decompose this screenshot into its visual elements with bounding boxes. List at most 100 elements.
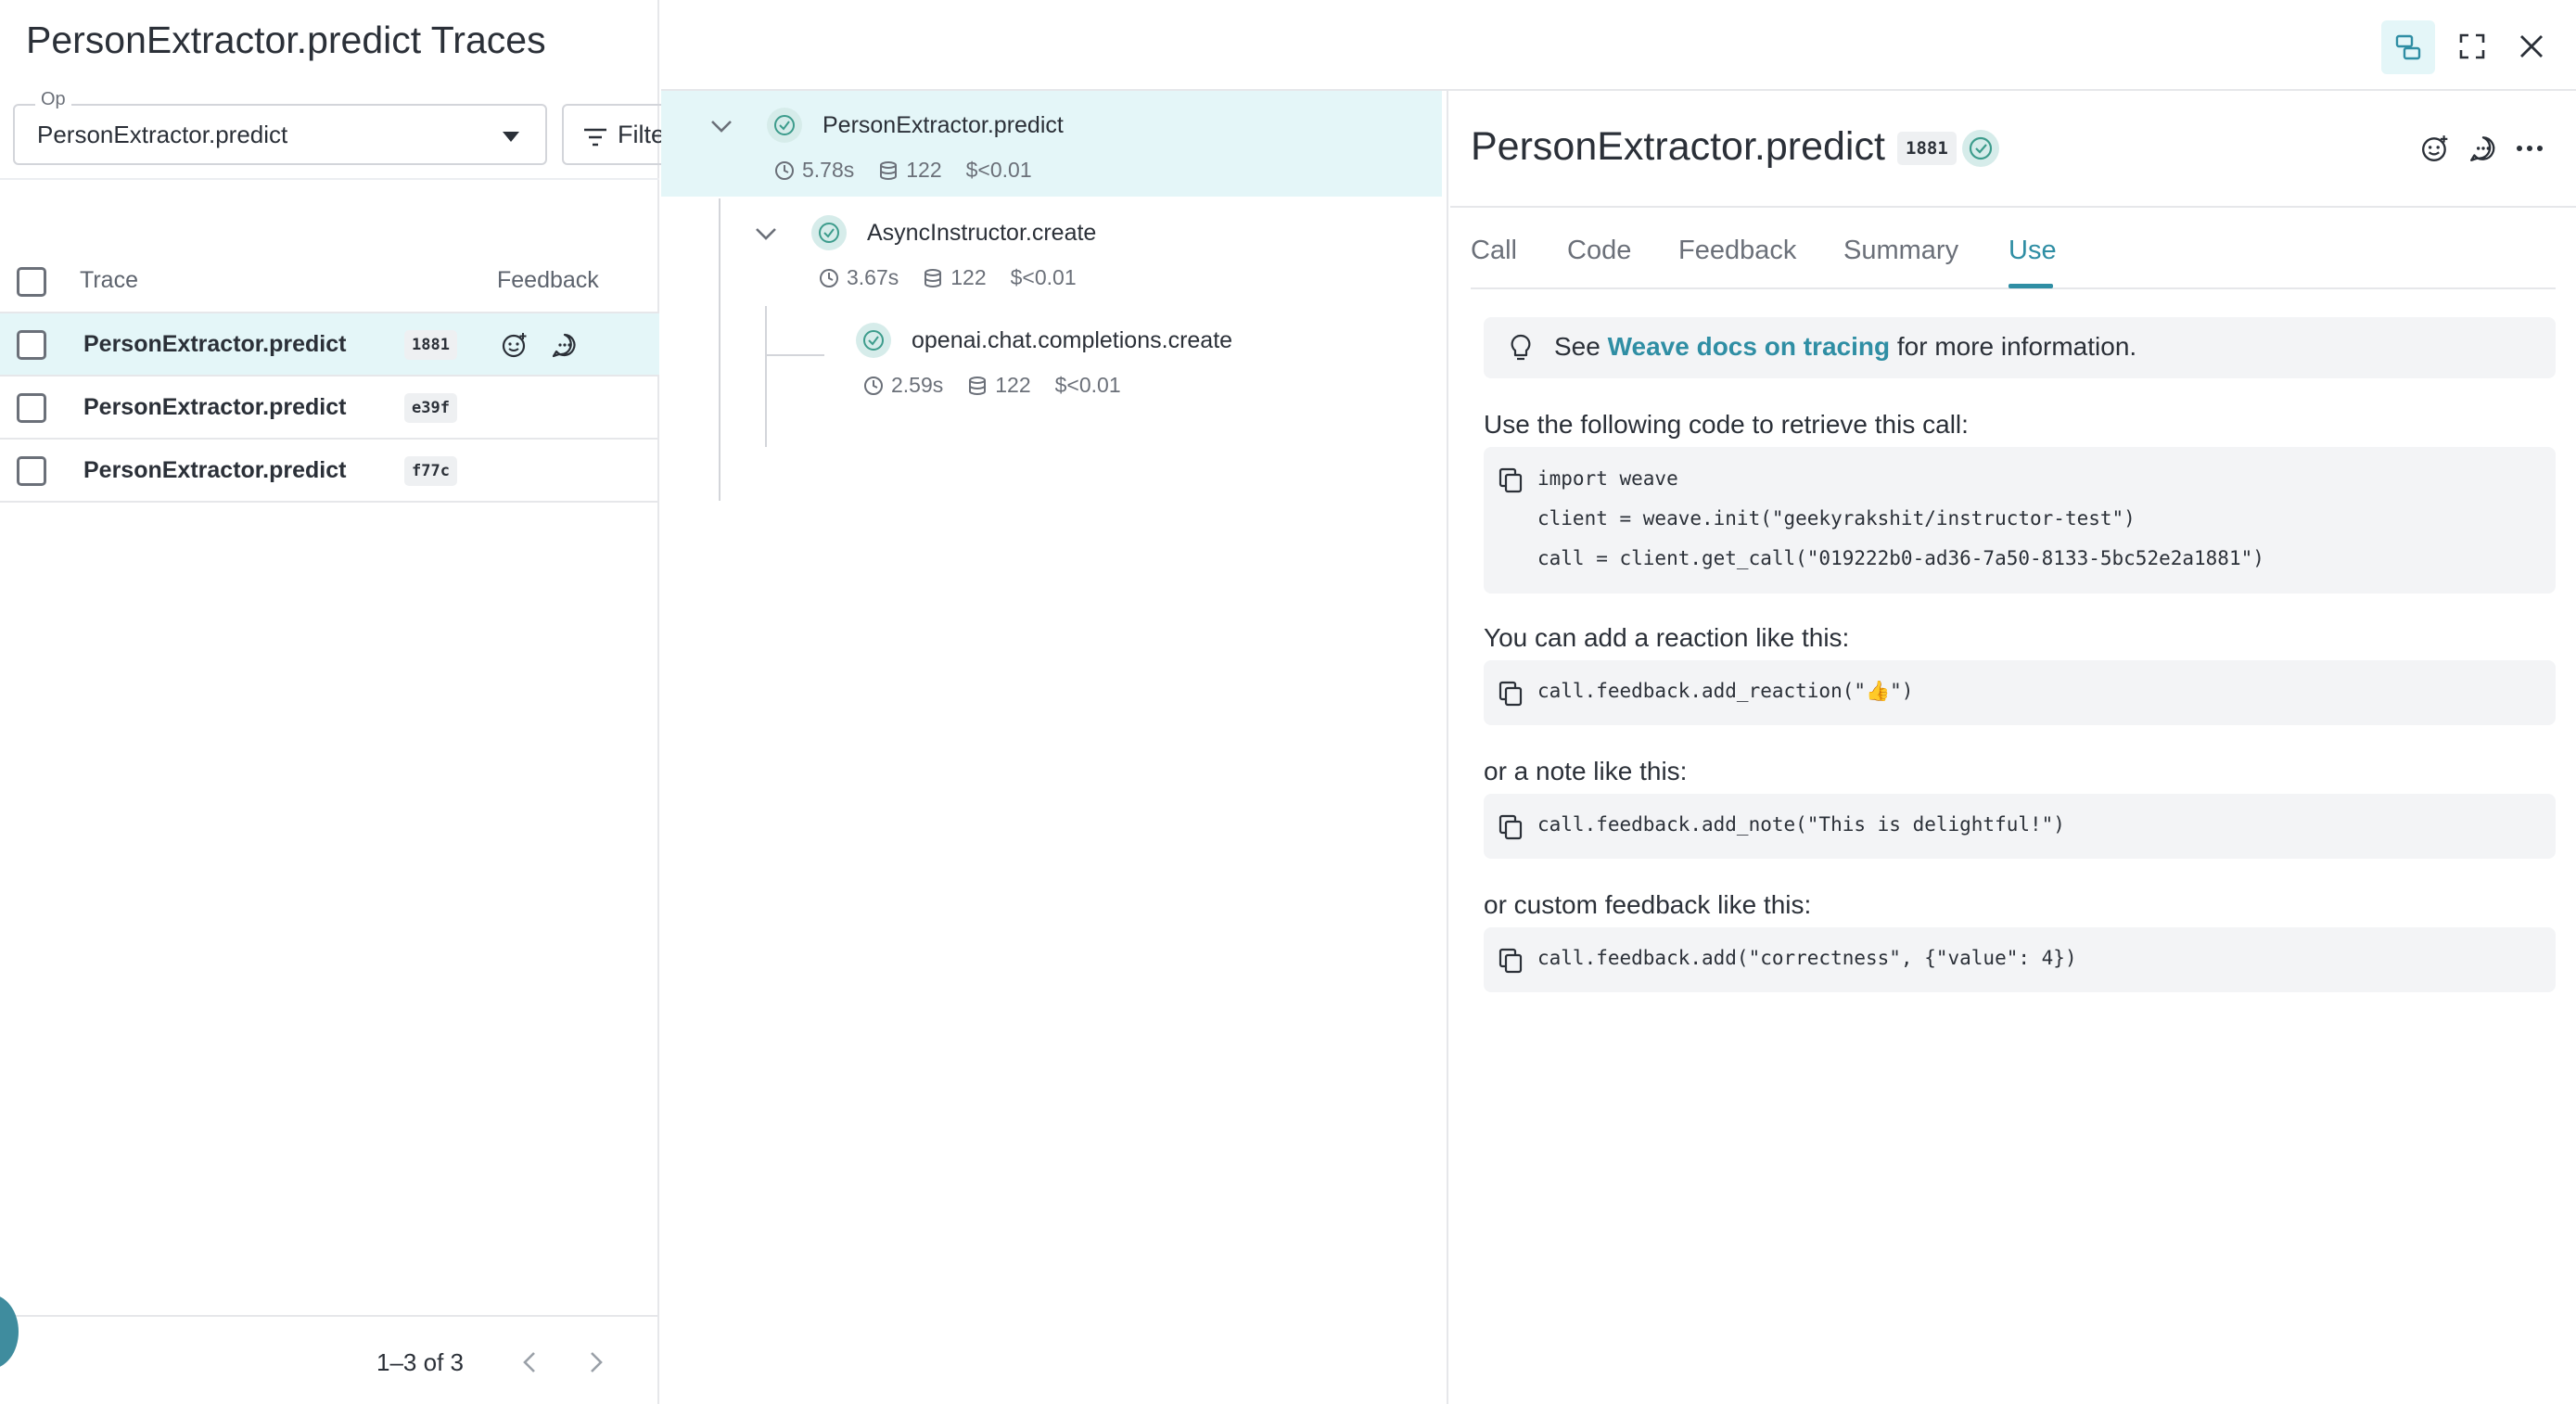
code-line: call = client.get_call("019222b0-ad36-7a… — [1537, 547, 2264, 569]
tree-node-child[interactable]: AsyncInstructor.create 3.67s 122 $<0.01 — [661, 198, 1442, 304]
code-line: call.feedback.add_note("This is delightf… — [1537, 813, 2065, 836]
tree-node-name[interactable]: PersonExtractor.predict — [823, 112, 1064, 139]
trace-tree-icon — [2395, 34, 2421, 60]
more-options-icon[interactable] — [2515, 143, 2544, 154]
fullscreen-icon[interactable] — [2459, 33, 2485, 59]
duration: 2.59s — [891, 373, 944, 397]
success-status-icon — [767, 108, 802, 143]
chevron-down-icon[interactable] — [709, 117, 733, 135]
tab-call[interactable]: Call — [1471, 236, 1517, 266]
divider — [0, 178, 659, 180]
divider — [1450, 206, 2576, 208]
trace-tree: PersonExtractor.predict 5.78s 122 $<0.01… — [661, 91, 1448, 1404]
duration: 3.67s — [847, 265, 899, 289]
caret-down-icon — [503, 132, 519, 142]
note-code-block: call.feedback.add_note("This is delightf… — [1484, 794, 2556, 859]
tree-node-name[interactable]: openai.chat.completions.create — [912, 327, 1232, 354]
add-note-icon[interactable] — [551, 331, 579, 359]
clock-icon — [864, 376, 883, 395]
row-checkbox[interactable] — [17, 330, 46, 360]
trace-name[interactable]: PersonExtractor.predict — [83, 331, 346, 358]
trace-id-badge: 1881 — [404, 330, 457, 360]
trace-name[interactable]: PersonExtractor.predict — [83, 457, 346, 484]
database-icon — [925, 268, 942, 287]
table-header: Trace Feedback — [0, 249, 659, 313]
note-label: or a note like this: — [1484, 757, 1688, 785]
op-select[interactable]: Op PersonExtractor.predict — [13, 89, 547, 165]
custom-feedback-code-block: call.feedback.add("correctness", {"value… — [1484, 927, 2556, 992]
reaction-label: You can add a reaction like this: — [1484, 623, 1850, 652]
success-status-icon — [856, 323, 891, 358]
tree-node-meta: 3.67s 122 $<0.01 — [819, 265, 1101, 290]
pagination: 1–3 of 3 — [0, 1315, 659, 1404]
add-note-icon[interactable] — [2468, 134, 2498, 163]
call-title: PersonExtractor.predict — [1471, 124, 1885, 169]
chevron-down-icon[interactable] — [754, 224, 778, 243]
select-all-checkbox[interactable] — [17, 267, 46, 297]
page-title: PersonExtractor.predict Traces — [26, 19, 546, 61]
row-checkbox[interactable] — [17, 393, 46, 423]
trace-id-badge: f77c — [404, 456, 457, 486]
success-status-icon — [1962, 130, 1999, 167]
copy-icon[interactable] — [1498, 948, 1523, 974]
code-line: import weave — [1537, 467, 1678, 490]
close-icon[interactable] — [2519, 33, 2544, 59]
code-line: call.feedback.add("correctness", {"value… — [1537, 947, 2077, 969]
call-tabs: Call Code Feedback Summary Use — [1471, 228, 2556, 289]
copy-icon[interactable] — [1498, 681, 1523, 707]
filter-label: Filte — [618, 121, 666, 148]
chevron-left-icon[interactable] — [519, 1350, 540, 1374]
call-id-badge: 1881 — [1897, 132, 1957, 165]
column-header-feedback[interactable]: Feedback — [497, 267, 599, 294]
filter-button[interactable]: Filte — [562, 104, 673, 165]
docs-text: See Weave docs on tracing for more infor… — [1554, 332, 2136, 362]
column-header-trace[interactable]: Trace — [80, 267, 138, 294]
database-icon — [969, 376, 987, 395]
call-detail-panel: PersonExtractor.predict 1881 Call Code F… — [1450, 91, 2576, 1404]
clock-icon — [820, 268, 838, 287]
add-reaction-icon[interactable] — [2420, 134, 2450, 163]
retrieve-label: Use the following code to retrieve this … — [1484, 410, 1969, 439]
tab-feedback[interactable]: Feedback — [1678, 236, 1796, 266]
copy-icon[interactable] — [1498, 467, 1523, 493]
docs-prefix: See — [1554, 332, 1608, 361]
lightbulb-icon — [1511, 334, 1531, 361]
pagination-count: 1–3 of 3 — [376, 1348, 464, 1376]
tree-node-name[interactable]: AsyncInstructor.create — [867, 220, 1096, 247]
tree-node-meta: 5.78s 122 $<0.01 — [774, 158, 1056, 183]
docs-callout: See Weave docs on tracing for more infor… — [1484, 317, 2556, 378]
window-controls — [2363, 0, 2576, 91]
trace-name[interactable]: PersonExtractor.predict — [83, 394, 346, 421]
copy-icon[interactable] — [1498, 814, 1523, 840]
database-icon — [880, 160, 898, 180]
tab-code[interactable]: Code — [1567, 236, 1631, 266]
add-reaction-icon[interactable] — [501, 331, 529, 359]
success-status-icon — [811, 215, 847, 250]
tab-use[interactable]: Use — [2009, 236, 2057, 266]
traces-panel: PersonExtractor.predict Traces Op Person… — [0, 0, 673, 1404]
table-row[interactable]: PersonExtractor.predict f77c — [0, 440, 659, 503]
trace-view-toggle[interactable] — [2381, 20, 2435, 74]
code-line: client = weave.init("geekyrakshit/instru… — [1537, 507, 2136, 530]
token-count: 122 — [906, 158, 942, 182]
trace-id-badge: e39f — [404, 393, 457, 423]
token-count: 122 — [950, 265, 987, 289]
clock-icon — [775, 160, 794, 180]
token-count: 122 — [995, 373, 1031, 397]
tree-node-leaf[interactable]: openai.chat.completions.create 2.59s 122… — [661, 306, 1442, 412]
tree-node-meta: 2.59s 122 $<0.01 — [863, 373, 1145, 398]
tree-node-root[interactable]: PersonExtractor.predict 5.78s 122 $<0.01 — [661, 91, 1442, 197]
op-select-label: Op — [35, 89, 71, 110]
chevron-right-icon[interactable] — [586, 1350, 606, 1374]
weave-docs-link[interactable]: Weave docs on tracing — [1608, 332, 1890, 361]
duration: 5.78s — [802, 158, 855, 182]
table-row[interactable]: PersonExtractor.predict e39f — [0, 377, 659, 440]
table-row[interactable]: PersonExtractor.predict 1881 — [0, 313, 659, 377]
row-checkbox[interactable] — [17, 456, 46, 486]
filter-icon — [584, 128, 606, 147]
cost: $<0.01 — [965, 158, 1032, 182]
op-select-value: PersonExtractor.predict — [37, 121, 288, 148]
active-tab-indicator — [2009, 284, 2053, 288]
tab-summary[interactable]: Summary — [1843, 236, 1958, 266]
docs-suffix: for more information. — [1890, 332, 2137, 361]
